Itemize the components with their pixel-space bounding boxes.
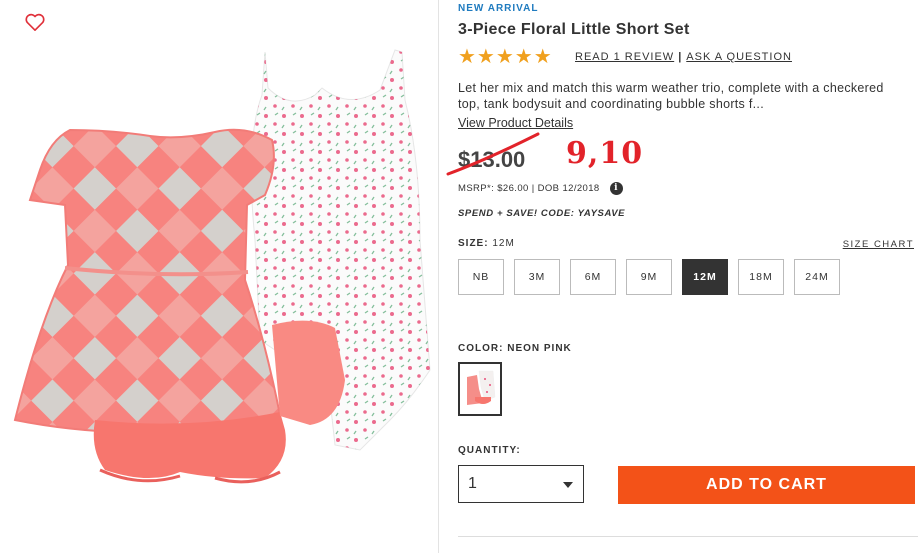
quantity-select[interactable]: 1 [458, 465, 584, 503]
read-reviews-link[interactable]: READ 1 REVIEW [575, 51, 674, 63]
quantity-label: QUANTITY: [458, 445, 521, 456]
size-option-9m[interactable]: 9M [626, 259, 672, 295]
product-image-pane [0, 0, 439, 553]
size-option-12m[interactable]: 12M [682, 259, 728, 295]
heart-icon[interactable] [24, 12, 46, 32]
divider [458, 536, 918, 537]
new-arrival-badge: NEW ARRIVAL [458, 3, 539, 14]
size-chart-link[interactable]: SIZE CHART [843, 239, 914, 250]
msrp-line: MSRP*: $26.00 | DOB 12/2018 i [458, 182, 623, 195]
size-options: NB 3M 6M 9M 12M 18M 24M [458, 259, 840, 295]
color-label: COLOR: NEON PINK [458, 343, 572, 354]
size-option-nb[interactable]: NB [458, 259, 504, 295]
msrp-text: MSRP*: $26.00 | DOB 12/2018 [458, 183, 600, 194]
review-links: READ 1 REVIEW | ASK A QUESTION [575, 51, 792, 63]
size-label: SIZE: 12M [458, 238, 515, 249]
color-swatch-image [463, 367, 497, 411]
product-description: Let her mix and match this warm weather … [458, 81, 884, 111]
review-separator: | [678, 51, 683, 63]
selected-size-value: 12M [492, 238, 515, 249]
ask-question-link[interactable]: ASK A QUESTION [686, 51, 792, 63]
rating-stars: ★★★★★ [458, 46, 553, 68]
size-option-18m[interactable]: 18M [738, 259, 784, 295]
product-title: 3-Piece Floral Little Short Set [458, 21, 690, 38]
color-swatch-neon-pink[interactable] [458, 362, 502, 416]
handwritten-price-note: 9,10 [566, 136, 644, 171]
size-option-24m[interactable]: 24M [794, 259, 840, 295]
promo-code: SPEND + SAVE! CODE: YAYSAVE [458, 208, 626, 219]
info-icon[interactable]: i [609, 182, 623, 195]
size-option-6m[interactable]: 6M [570, 259, 616, 295]
price-strikethrough-mark [446, 132, 540, 176]
add-to-cart-button[interactable]: ADD TO CART [618, 466, 915, 504]
product-image [13, 49, 431, 484]
quantity-value: 1 [468, 475, 477, 492]
chevron-down-icon [563, 482, 573, 488]
size-option-3m[interactable]: 3M [514, 259, 560, 295]
product-details: NEW ARRIVAL 3-Piece Floral Little Short … [446, 0, 918, 553]
